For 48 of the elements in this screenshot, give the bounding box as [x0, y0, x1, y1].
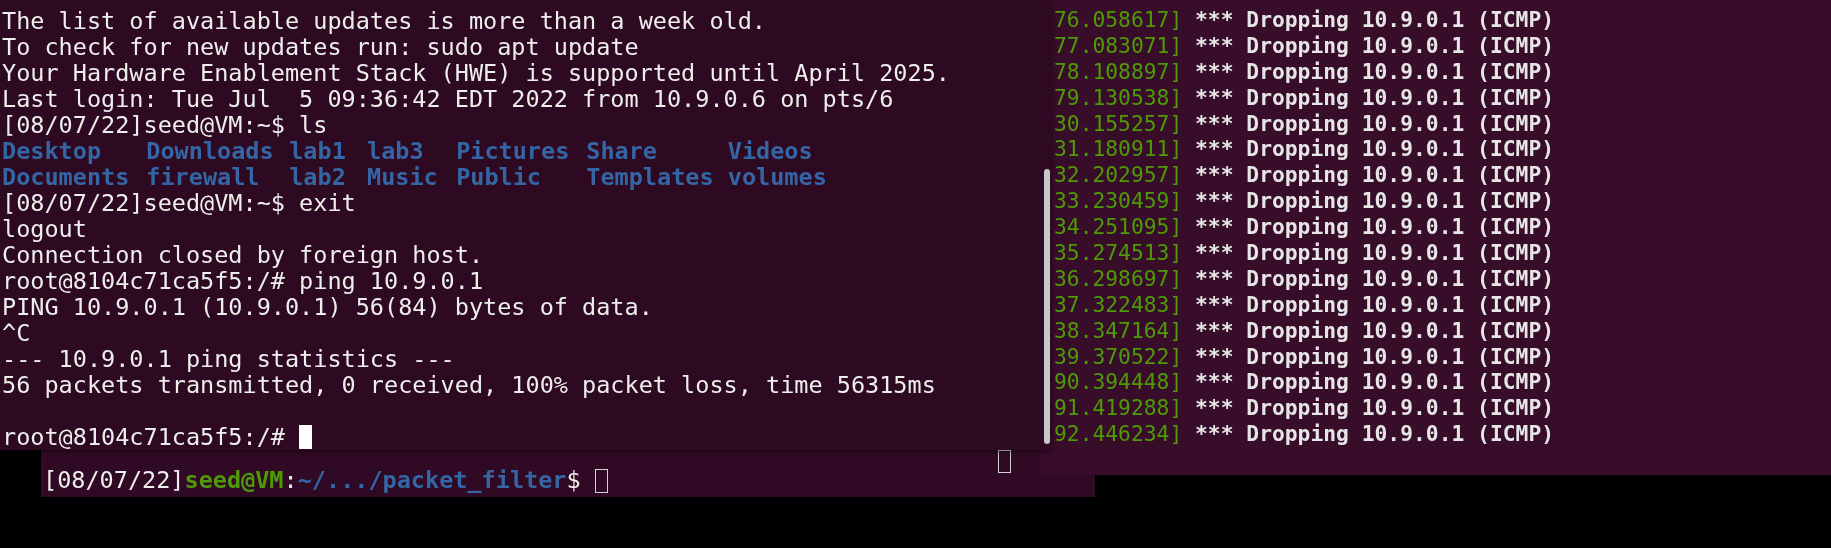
terminal-line: Your Hardware Enablement Stack (HWE) is supported until April 2025.	[2, 60, 950, 86]
terminal-line: PING 10.9.0.1 (10.9.0.1) 56(84) bytes of data.	[2, 294, 653, 320]
directory-name[interactable]: Desktop	[2, 138, 102, 164]
terminal-line: The list of available updates is more than a week old.	[2, 8, 766, 34]
terminal-line: root@8104c71ca5f5:/# ping 10.9.0.1	[2, 268, 484, 294]
log-line: 37.322483] *** Dropping 10.9.0.1 (ICMP)	[1054, 291, 1555, 318]
terminal-line: 56 packets transmitted, 0 received, 100% packet loss, time 56315ms	[2, 372, 936, 398]
directory-name[interactable]: Templates	[586, 164, 714, 190]
directory-name[interactable]: firewall	[146, 164, 260, 190]
directory-name[interactable]: lab3	[367, 138, 424, 164]
directory-name[interactable]: Pictures	[456, 138, 570, 164]
terminal-line: ^C	[2, 320, 31, 346]
terminal-line: Last login: Tue Jul 5 09:36:42 EDT 2022 from 10.9.0.6 on pts/6	[2, 86, 894, 112]
log-line: 78.108897] *** Dropping 10.9.0.1 (ICMP)	[1054, 58, 1555, 85]
directory-name[interactable]: Documents	[2, 164, 130, 190]
directory-name[interactable]: lab2	[289, 164, 346, 190]
log-line: 38.347164] *** Dropping 10.9.0.1 (ICMP)	[1054, 317, 1555, 344]
log-line: 92.446234] *** Dropping 10.9.0.1 (ICMP)	[1054, 421, 1555, 448]
log-line: 76.058617] *** Dropping 10.9.0.1 (ICMP)	[1054, 7, 1555, 33]
directory-name[interactable]: lab1	[289, 138, 346, 164]
log-line: 79.130538] *** Dropping 10.9.0.1 (ICMP)	[1054, 84, 1555, 111]
terminal-line: logout	[2, 216, 87, 242]
directory-name[interactable]: Public	[456, 164, 541, 190]
log-line: 91.419288] *** Dropping 10.9.0.1 (ICMP)	[1054, 395, 1555, 422]
terminal-line: [08/07/22]seed@VM:~/.../packet_filter$	[43, 467, 582, 494]
terminal-line: --- 10.9.0.1 ping statistics ---	[2, 346, 455, 372]
log-line: 77.083071] *** Dropping 10.9.0.1 (ICMP)	[1054, 32, 1555, 59]
log-line: 32.202957] *** Dropping 10.9.0.1 (ICMP)	[1054, 162, 1555, 189]
log-line: 39.370522] *** Dropping 10.9.0.1 (ICMP)	[1054, 343, 1555, 370]
directory-name[interactable]: Videos	[727, 138, 813, 164]
terminal-line: [08/07/22]seed@VM:~$ ls	[2, 112, 328, 138]
terminal-line: Connection closed by foreign host.	[2, 242, 484, 268]
directory-name[interactable]: Downloads	[146, 138, 274, 164]
log-line: 30.155257] *** Dropping 10.9.0.1 (ICMP)	[1054, 110, 1555, 137]
directory-name[interactable]: Share	[586, 138, 658, 164]
scrollbar-thumb[interactable]	[998, 450, 1011, 473]
terminal-line: root@8104c71ca5f5:/#	[2, 424, 286, 450]
log-line: 33.230459] *** Dropping 10.9.0.1 (ICMP)	[1054, 188, 1555, 215]
directory-name[interactable]: volumes	[727, 164, 827, 190]
terminal-line: [08/07/22]seed@VM:~$ exit	[2, 190, 356, 216]
terminal-line: To check for new updates run: sudo apt update	[2, 34, 639, 60]
log-line: 36.298697] *** Dropping 10.9.0.1 (ICMP)	[1054, 265, 1555, 292]
scrollbar-thumb[interactable]	[1044, 169, 1050, 444]
log-line: 31.180911] *** Dropping 10.9.0.1 (ICMP)	[1054, 136, 1555, 163]
directory-name[interactable]: Music	[367, 164, 438, 190]
log-line: 90.394448] *** Dropping 10.9.0.1 (ICMP)	[1054, 369, 1555, 396]
log-line: 35.274513] *** Dropping 10.9.0.1 (ICMP)	[1054, 240, 1555, 266]
log-line: 34.251095] *** Dropping 10.9.0.1 (ICMP)	[1054, 214, 1555, 241]
